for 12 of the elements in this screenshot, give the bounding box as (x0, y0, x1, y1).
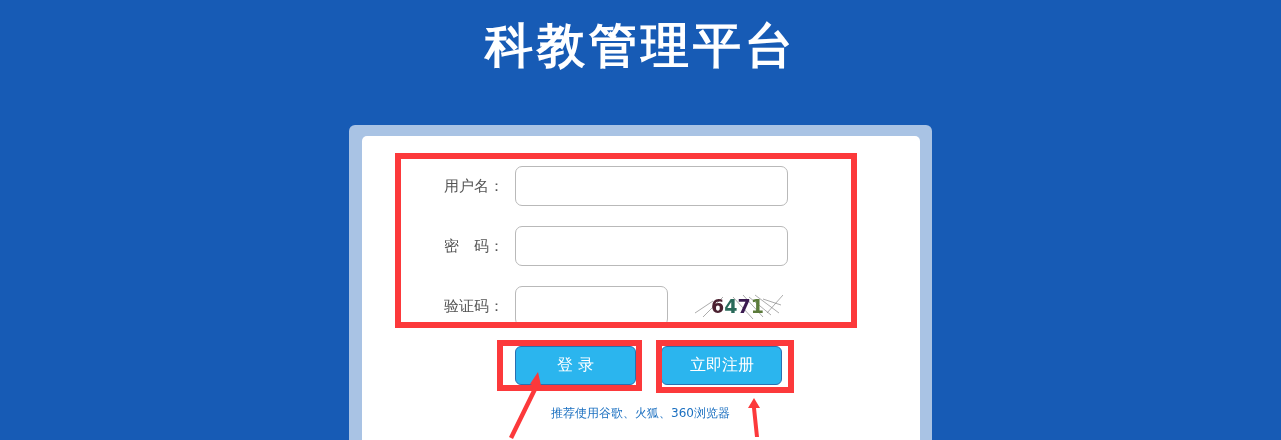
field-label: 验证码： (443, 296, 504, 316)
arrow (748, 398, 760, 437)
arrow (509, 372, 542, 439)
login-button[interactable]: 登 录 (515, 346, 636, 385)
browser-tip: 推荐使用谷歌、火狐、360浏览器 (551, 405, 731, 422)
register-button[interactable]: 立即注册 (661, 346, 782, 385)
password-field[interactable] (515, 226, 788, 266)
field-label: 密 码： (443, 236, 504, 256)
username-field[interactable] (515, 166, 788, 206)
captcha-image[interactable]: 6471 (693, 293, 783, 319)
field-label: 用户名： (443, 176, 504, 196)
page-title: 科教管理平台 (484, 16, 797, 75)
